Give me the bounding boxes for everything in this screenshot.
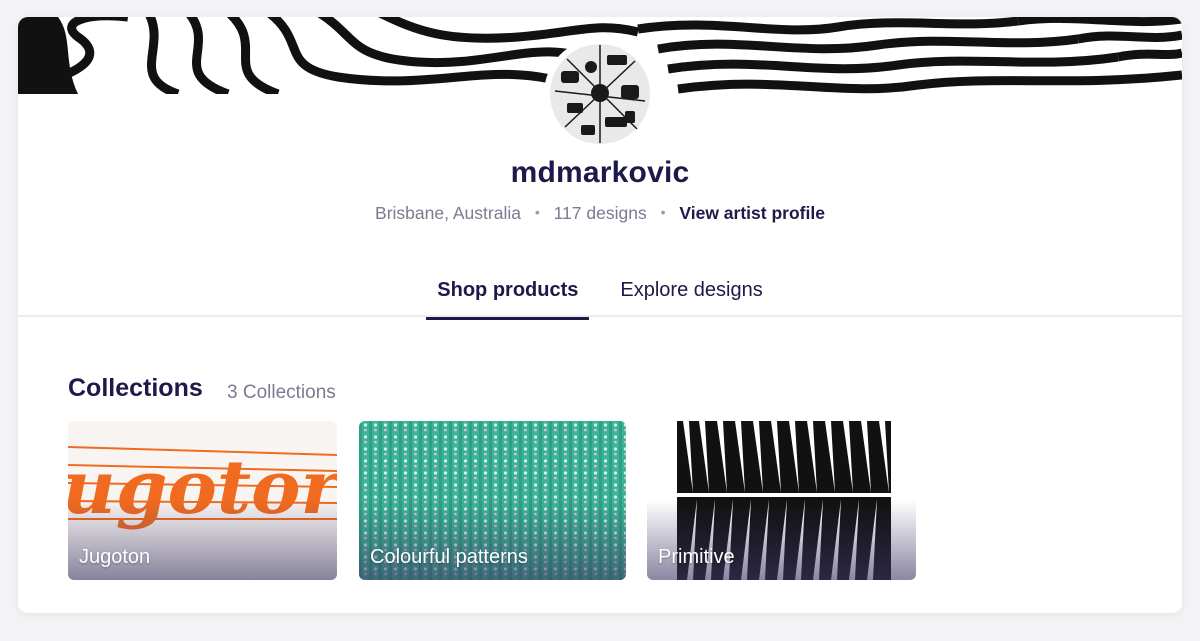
artist-location: Brisbane, Australia	[375, 203, 521, 223]
artist-username: mdmarkovic	[510, 156, 690, 189]
tab-shop-products[interactable]: Shop products	[426, 270, 590, 320]
tab-explore-designs[interactable]: Explore designs	[609, 270, 773, 317]
collections-count: 3 Collections	[227, 382, 336, 403]
collection-card-colourful-patterns[interactable]: Colourful patterns	[359, 421, 626, 580]
collection-label: Jugoton	[79, 546, 151, 568]
artist-shop-card: mdmarkovic Brisbane, Australia • 117 des…	[18, 17, 1182, 613]
artist-avatar[interactable]	[547, 41, 653, 147]
collection-label: Colourful patterns	[370, 546, 528, 568]
collections-heading: Collections	[68, 374, 203, 402]
artist-meta-line: Brisbane, Australia • 117 designs • View…	[18, 203, 1182, 224]
collection-card-jugoton[interactable]: ugotor Jugoton	[68, 421, 337, 580]
meta-separator: •	[534, 204, 540, 220]
shop-tabs: Shop products Explore designs	[18, 270, 1182, 320]
avatar-collage-image	[547, 41, 653, 147]
collection-card-primitive[interactable]: Primitive	[647, 421, 916, 580]
collection-label: Primitive	[658, 546, 735, 568]
designs-count: 117 designs	[553, 203, 647, 223]
meta-separator: •	[660, 204, 666, 220]
tabs-divider	[18, 315, 1182, 317]
view-artist-profile-link[interactable]: View artist profile	[679, 203, 825, 223]
